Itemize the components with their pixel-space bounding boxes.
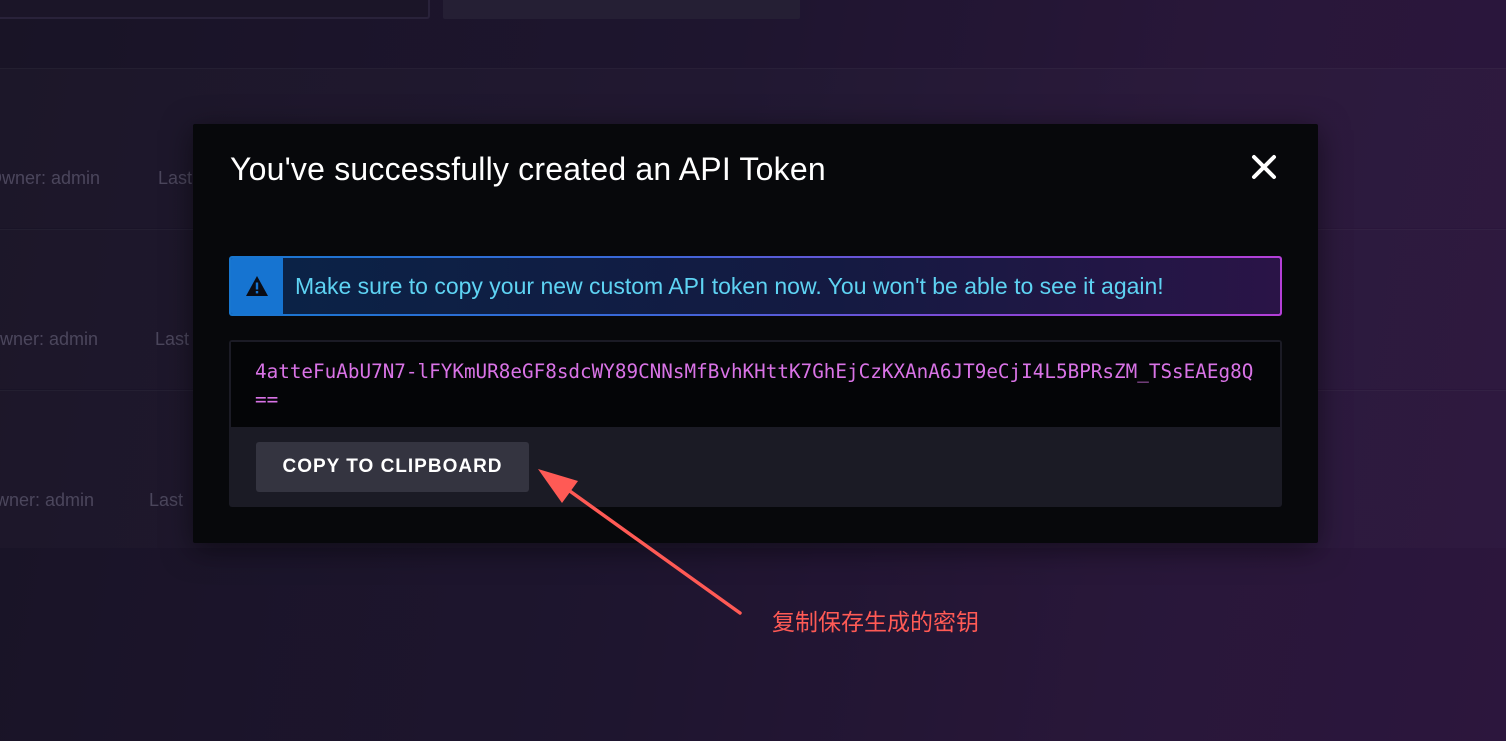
token-panel: 4atteFuAbU7N7-lFYKmUR8eGF8sdcWY89CNNsMfB…: [229, 340, 1282, 507]
token-value[interactable]: 4atteFuAbU7N7-lFYKmUR8eGF8sdcWY89CNNsMfB…: [255, 358, 1256, 414]
copy-to-clipboard-button[interactable]: COPY TO CLIPBOARD: [256, 442, 529, 492]
close-icon: [1252, 155, 1276, 179]
warning-icon: [231, 258, 283, 314]
alert-message: Make sure to copy your new custom API to…: [295, 272, 1164, 299]
token-display[interactable]: 4atteFuAbU7N7-lFYKmUR8eGF8sdcWY89CNNsMfB…: [231, 342, 1280, 427]
annotation-label: 复制保存生成的密钥: [772, 610, 979, 636]
api-token-dialog: You've successfully created an API Token…: [193, 124, 1318, 543]
close-button[interactable]: [1248, 151, 1280, 183]
dialog-title: You've successfully created an API Token: [230, 151, 826, 187]
warning-alert: Make sure to copy your new custom API to…: [229, 256, 1282, 316]
